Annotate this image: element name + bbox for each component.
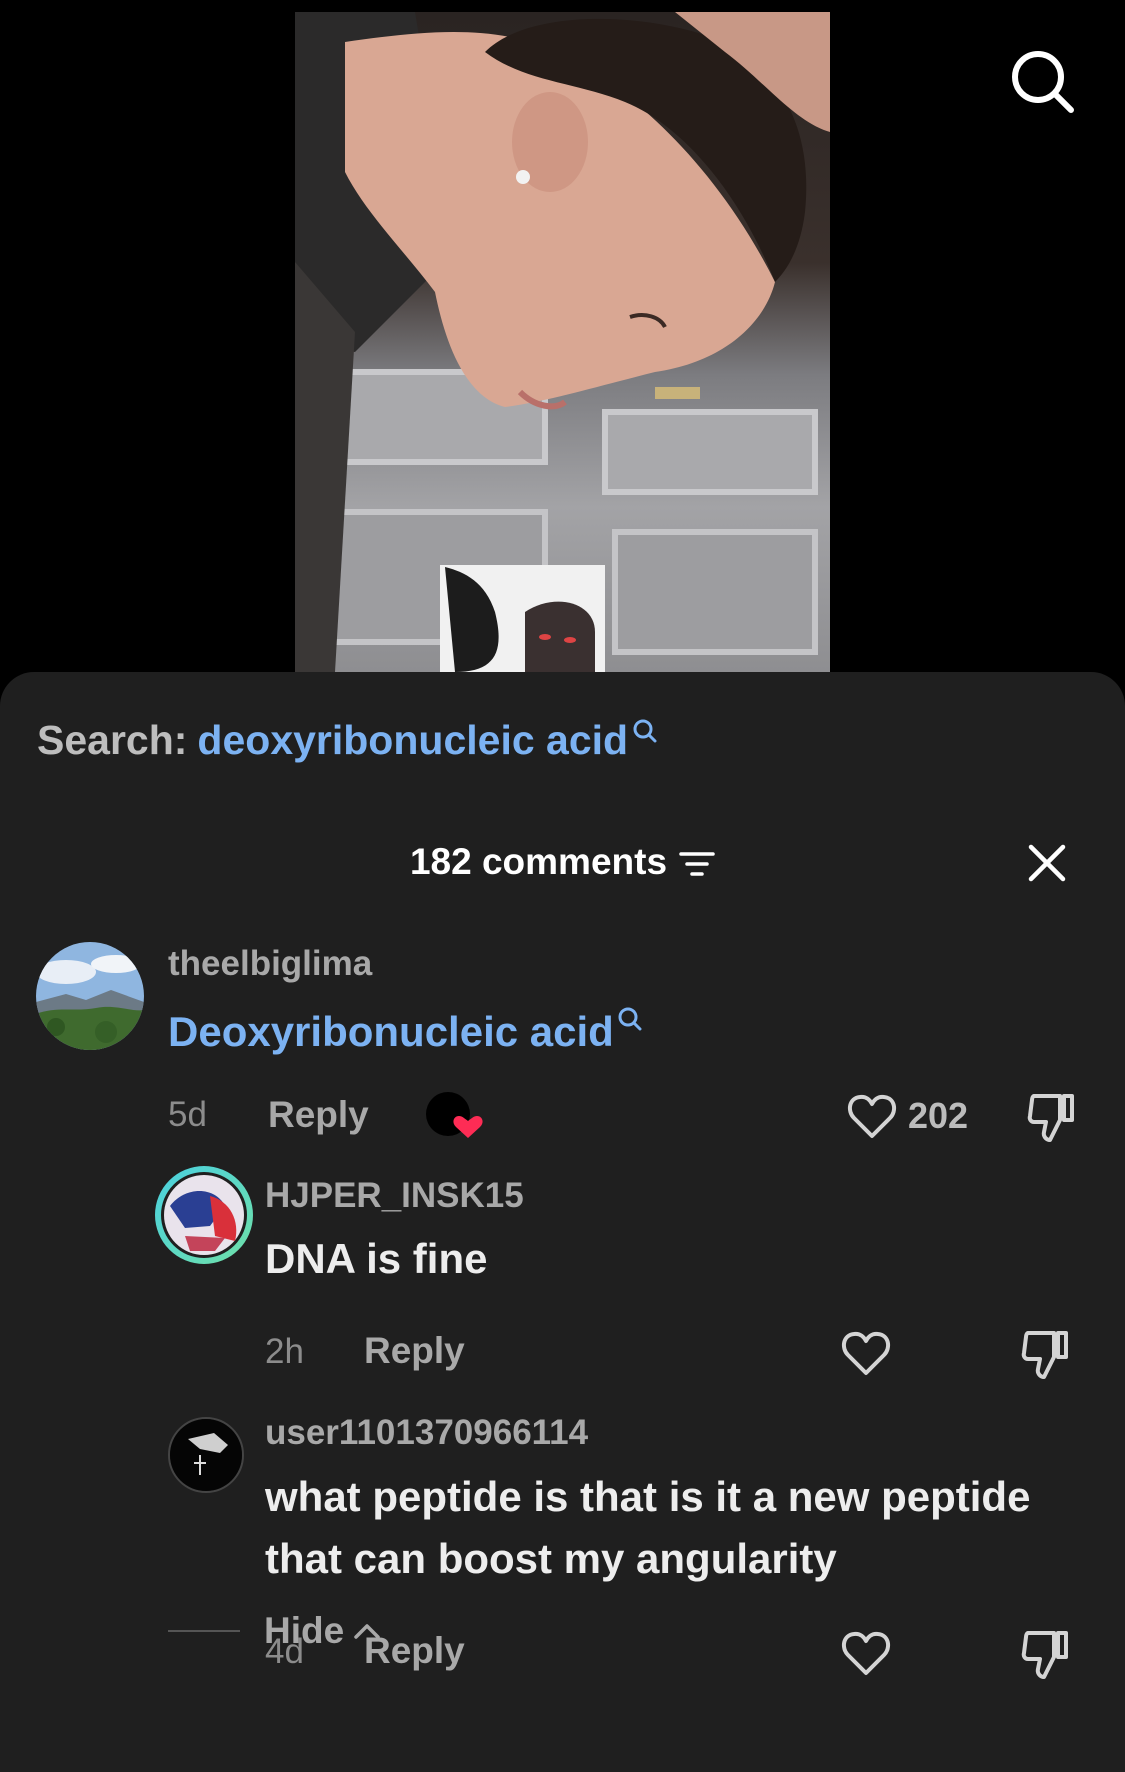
heart-outline-icon [841, 1631, 891, 1675]
search-button[interactable] [1005, 44, 1079, 118]
chevron-up-icon [354, 1624, 380, 1639]
filter-lines-icon[interactable] [679, 849, 715, 879]
avatar[interactable] [168, 1417, 244, 1493]
comment-username[interactable]: theelbiglima [168, 944, 372, 984]
reply-button[interactable]: Reply [364, 1330, 465, 1372]
search-prefix: Search: [37, 717, 188, 763]
comments-sheet: Search: deoxyribonucleic acid 182 comment… [0, 672, 1125, 1772]
avatar[interactable] [36, 942, 144, 1050]
heart-outline-icon [841, 1331, 891, 1375]
search-suggestion[interactable]: Search: deoxyribonucleic acid [37, 717, 658, 764]
hide-replies-button[interactable]: Hide [264, 1610, 382, 1652]
search-icon [618, 1007, 642, 1031]
reply-button[interactable]: Reply [268, 1094, 369, 1136]
comment-count: 182 comments [409, 841, 668, 882]
close-button[interactable] [1018, 834, 1076, 892]
like-button[interactable] [840, 1329, 892, 1377]
avatar[interactable] [155, 1166, 253, 1264]
comment-username[interactable]: user1101370966114 [265, 1413, 588, 1453]
like-count: 202 [908, 1095, 969, 1136]
comment-text: Deoxyribonucleic acid [168, 1001, 643, 1063]
comment-text: what peptide is that is it a new peptide… [265, 1473, 1031, 1582]
dislike-button[interactable] [1020, 1327, 1072, 1386]
comment-age: 5d [168, 1095, 207, 1134]
divider [168, 1630, 240, 1632]
comment-username[interactable]: HJPER_INSK15 [265, 1176, 524, 1216]
hide-replies-row: Hide [168, 1610, 382, 1652]
thumbs-down-icon [1021, 1331, 1068, 1379]
comment-text: DNA is fine [265, 1235, 488, 1282]
video-thumbnail[interactable] [295, 12, 830, 672]
comment-search-link[interactable]: Deoxyribonucleic acid [168, 1008, 614, 1055]
comment-age: 2h [265, 1332, 304, 1371]
dislike-button[interactable] [1020, 1627, 1072, 1686]
search-icon [633, 719, 657, 743]
video-area [0, 0, 1125, 700]
close-icon [1028, 844, 1066, 882]
thumbs-down-icon [1021, 1631, 1068, 1679]
dislike-button[interactable] [1026, 1090, 1078, 1149]
thumbs-down-icon [1027, 1094, 1074, 1142]
search-icon [1012, 51, 1074, 113]
sheet-header: 182 comments [0, 832, 1125, 892]
like-button[interactable]: 202 [846, 1092, 968, 1140]
hide-label: Hide [264, 1610, 345, 1651]
creator-liked-heart-icon [426, 1092, 483, 1138]
search-query-link[interactable]: deoxyribonucleic acid [197, 717, 628, 763]
like-button[interactable] [840, 1629, 892, 1677]
heart-outline-icon [847, 1094, 897, 1138]
